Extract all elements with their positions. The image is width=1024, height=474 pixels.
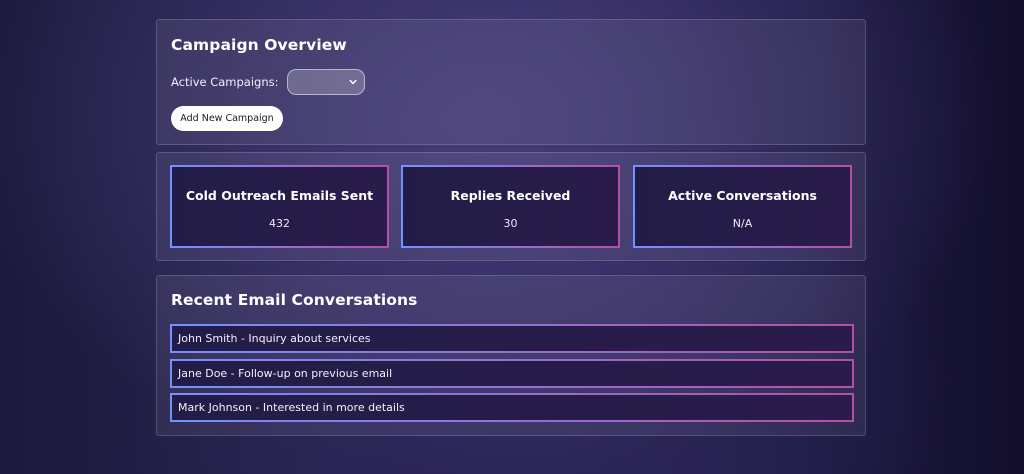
add-new-campaign-button[interactable]: Add New Campaign xyxy=(171,106,283,131)
stat-card-active-conversations: Active Conversations N/A xyxy=(633,165,852,248)
stat-title: Active Conversations xyxy=(668,188,817,203)
stat-card-replies-received: Replies Received 30 xyxy=(401,165,620,248)
stat-value: 30 xyxy=(503,217,518,230)
active-campaigns-label: Active Campaigns: xyxy=(171,75,279,89)
stat-card-emails-sent: Cold Outreach Emails Sent 432 xyxy=(170,165,389,248)
stat-title: Replies Received xyxy=(450,188,571,203)
active-campaigns-select[interactable] xyxy=(286,69,365,95)
conversation-item[interactable]: Jane Doe - Follow-up on previous email xyxy=(170,359,854,388)
stat-title: Cold Outreach Emails Sent xyxy=(185,188,374,203)
recent-conversations-title: Recent Email Conversations xyxy=(171,291,418,309)
recent-conversations-panel: Recent Email Conversations John Smith - … xyxy=(156,275,866,436)
conversation-item[interactable]: Mark Johnson - Interested in more detail… xyxy=(170,393,854,422)
stat-value: 432 xyxy=(269,217,290,230)
stat-value: N/A xyxy=(732,217,753,230)
stats-panel: Cold Outreach Emails Sent 432 Replies Re… xyxy=(156,152,866,261)
campaign-overview-panel: Campaign Overview Active Campaigns: Add … xyxy=(156,19,866,145)
active-campaigns-row: Active Campaigns: xyxy=(171,68,365,96)
chevron-down-icon xyxy=(349,79,357,85)
campaign-overview-title: Campaign Overview xyxy=(171,36,347,54)
conversation-item[interactable]: John Smith - Inquiry about services xyxy=(170,324,854,353)
